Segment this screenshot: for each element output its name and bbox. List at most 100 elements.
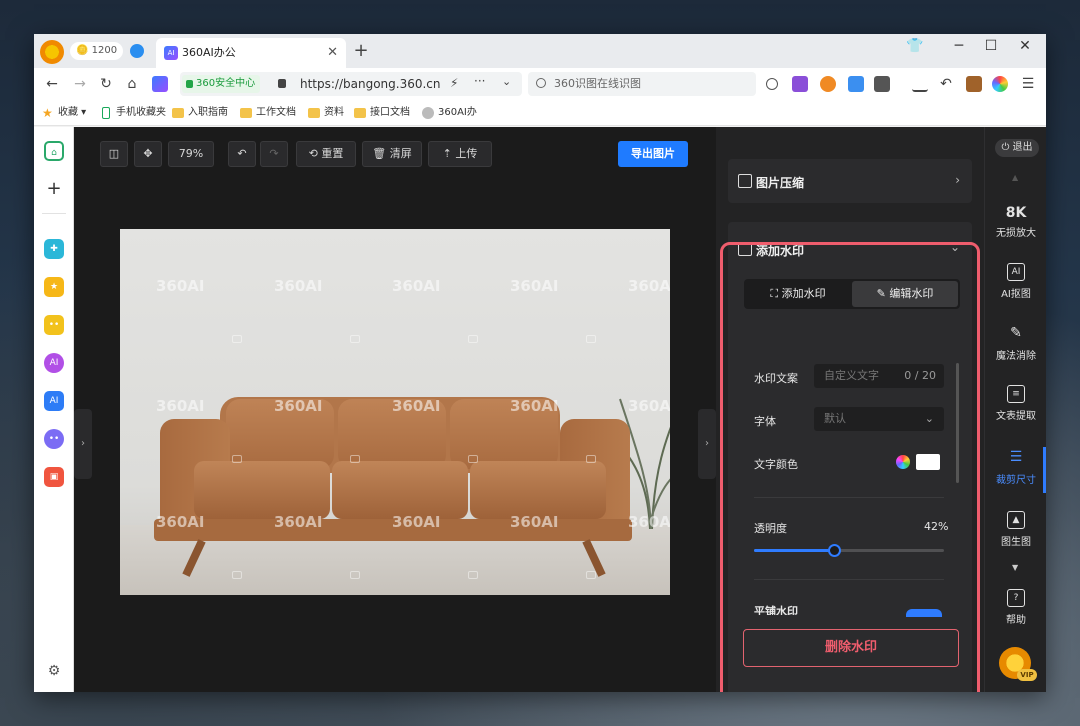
watermark-logo-icon [468,335,478,343]
watermark-text: 360AI [392,397,441,415]
zoom-level[interactable]: 79% [168,141,214,167]
scroll-up-icon[interactable]: ▲ [1012,173,1018,182]
forward-button[interactable]: → [70,74,90,94]
download-icon[interactable] [912,76,928,92]
close-window-button[interactable]: ✕ [1010,38,1040,54]
bookmark-materials[interactable]: 资料 [308,105,344,121]
new-tab-button[interactable]: + [350,40,372,61]
screenshot-icon[interactable] [848,76,864,92]
app-ai-purple-icon[interactable]: AI [44,353,64,373]
tab-360ai[interactable]: AI 360AI办公 ✕ [156,38,346,68]
ai-cutout-icon: AI [1007,263,1025,281]
reload-button[interactable]: ↻ [96,74,116,94]
tool-label: 裁剪尺寸 [996,475,1036,486]
watermark-text: 360AI [156,513,205,531]
left-collapse-handle[interactable]: › [74,409,92,479]
tool-upscale[interactable]: 8K 无损放大 [985,205,1046,239]
add-icon[interactable]: + [44,179,64,199]
bookmark-bar: ★ 收藏 ▾ 手机收藏夹 入职指南 工作文档 资料 接口文档 360AI办 [34,100,1046,126]
app-star-icon[interactable]: ★ [44,277,64,297]
watermark-text: 360AI [628,397,670,415]
property-panel: 图片压缩 › 添加水印 ⌄ ⛶ 添加水印 ✎ 编辑水印 水印文案 自定义文字 0… [716,127,984,692]
tool-text-extract[interactable]: ≡ 文表提取 [985,385,1046,422]
app-game-icon[interactable]: ▣ [44,467,64,487]
watermark-text: 360AI [628,513,670,531]
menu-icon[interactable]: ☰ [1018,74,1038,94]
user-avatar[interactable] [40,40,64,64]
tool-ai-cutout[interactable]: AI AI抠图 [985,263,1046,300]
minimize-button[interactable]: ─ [944,38,974,54]
logout-button[interactable]: ⏻ 退出 [995,139,1039,157]
secure-badge[interactable]: 360安全中心 [182,75,261,93]
telegram-icon[interactable] [130,44,144,58]
app-ai-blue-icon[interactable]: AI [44,391,64,411]
folder-icon [308,108,320,118]
color-wheel-icon[interactable] [992,76,1008,92]
tool-label: 无损放大 [996,228,1036,239]
undo-button[interactable]: ↶ [228,141,256,167]
watermark-logo-icon [586,335,596,343]
upload-button[interactable]: ⇡ 上传 [428,141,492,167]
reset-label: 重置 [321,147,344,160]
chevron-down-icon[interactable]: ⌄ [502,75,511,88]
gear-icon[interactable]: ⚙ [44,661,64,681]
watermark-text: 360AI [392,513,441,531]
export-image-button[interactable]: 导出图片 [618,141,688,167]
ai-favicon-icon: AI [164,46,178,60]
lock-icon[interactable] [278,79,286,88]
more-icon[interactable]: ··· [474,74,485,88]
url-text[interactable]: https://bangong.360.cn [300,72,441,96]
bolt-icon[interactable]: ⚡ [450,76,458,90]
maximize-button[interactable]: ☐ [976,38,1006,54]
extension-purple-icon[interactable] [792,76,808,92]
watermark-text: 360AI [628,277,670,295]
bookmark-onboarding[interactable]: 入职指南 [172,105,228,121]
editor-app: ⌂ + ✚ ★ •• AI AI •• ▣ ⚙ ◫ ✥ 79% ↶ ↷ ⟲ 重置… [34,127,1046,692]
bookmark-work-docs[interactable]: 工作文档 [240,105,296,121]
redo-button[interactable]: ↷ [260,141,288,167]
scissors-icon[interactable] [766,78,778,90]
tool-magic-erase[interactable]: ✎ 魔法消除 [985,325,1046,362]
shirt-icon[interactable]: 👕 [900,38,930,54]
search-input[interactable]: 360识图在线识图 [528,72,756,96]
image-preview[interactable]: 360AI 360AI 360AI 360AI 360AI 360AI 360AI 360AI… [120,229,670,595]
move-button[interactable]: ✥ [134,141,162,167]
home-icon[interactable]: ⌂ [44,141,64,161]
sofa-seat [332,461,468,519]
browser-window: 🪙 1200 AI 360AI办公 ✕ + 👕 ─ ☐ ✕ ← → ↻ ⌂ 36… [34,34,1046,692]
right-collapse-handle[interactable]: › [698,409,716,479]
back-button[interactable]: ← [42,74,62,94]
star-icon: ★ [42,106,53,120]
puzzle-icon[interactable] [874,76,890,92]
ai-assistant-icon[interactable] [152,76,168,92]
address-bar: ← → ↻ ⌂ 360安全中心 https://bangong.360.cn ⚡… [34,68,1046,100]
watermark-logo-icon [350,571,360,579]
app-chat-icon[interactable]: •• [44,429,64,449]
scroll-down-icon[interactable]: ▼ [1012,563,1018,572]
compare-button[interactable]: ◫ [100,141,128,167]
app-teal-icon[interactable]: ✚ [44,239,64,259]
reset-button[interactable]: ⟲ 重置 [296,141,356,167]
bookmark-mobile[interactable]: 手机收藏夹 [100,105,166,121]
url-box[interactable]: 360安全中心 https://bangong.360.cn ⚡ ··· ⌄ [180,72,522,96]
close-tab-icon[interactable]: ✕ [327,38,338,68]
tool-image-to-image[interactable]: ▲ 图生图 [985,511,1046,548]
compress-section[interactable]: 图片压缩 › [728,159,972,203]
sofa-seat [194,461,330,519]
undo-close-icon[interactable]: ↶ [936,74,956,94]
coin-badge[interactable]: 🪙 1200 [70,42,124,60]
divider [42,213,66,214]
wallet-icon[interactable] [966,76,982,92]
app-robot-icon[interactable]: •• [44,315,64,335]
tool-label: 魔法消除 [996,351,1036,362]
game-icon[interactable] [820,76,836,92]
bookmark-api-docs[interactable]: 接口文档 [354,105,410,121]
home-button[interactable]: ⌂ [122,74,142,94]
tool-help[interactable]: ? 帮助 [985,589,1046,626]
bookmark-favorites[interactable]: ★ 收藏 ▾ [42,105,86,121]
tool-crop-size[interactable]: ☰ 裁剪尺寸 [985,449,1046,486]
bookmark-360ai[interactable]: 360AI办 [422,105,477,121]
clear-button[interactable]: 🗑 清屏 [362,141,422,167]
upscale-icon: 8K [1005,205,1027,221]
scan-text-icon: ≡ [1007,385,1025,403]
